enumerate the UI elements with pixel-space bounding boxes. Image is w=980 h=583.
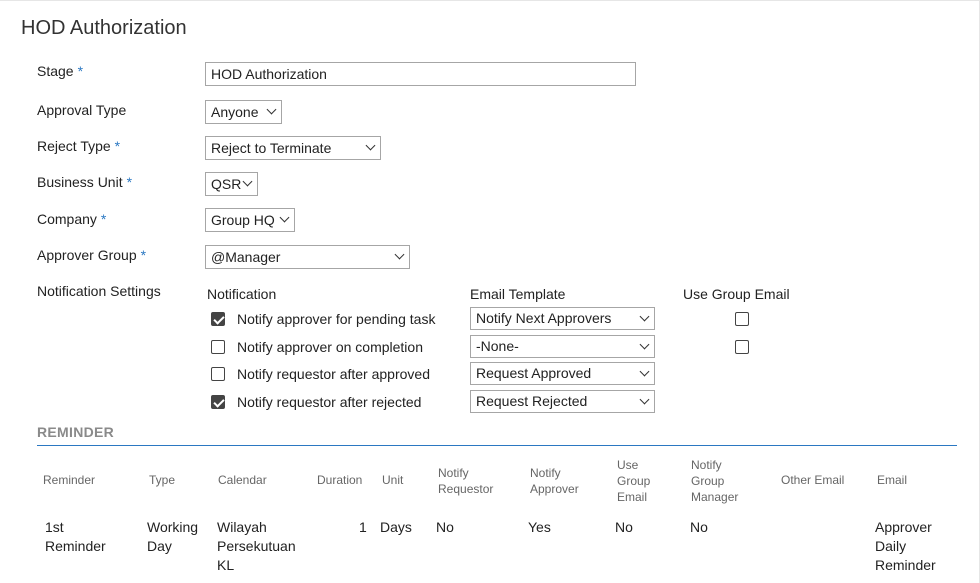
cell-reminder: 1st Reminder [45,519,106,554]
chevron-down-icon [639,394,650,405]
approval-type-label: Approval Type [37,102,127,118]
template-value: Request Rejected [476,393,588,409]
company-value: Group HQ [211,212,275,228]
template-value: Notify Next Approvers [476,310,612,326]
notification-settings-label: Notification Settings [37,283,161,299]
notify-completion-group-email-checkbox[interactable] [735,340,749,354]
notify-approved-checkbox[interactable] [211,367,225,381]
email-template-column-header: Email Template [470,286,566,302]
cell-email: Approver Daily Reminder [875,519,936,573]
template-value: Request Approved [476,365,592,381]
approval-type-select[interactable]: Anyone [205,100,282,124]
notify-approved-label: Notify requestor after approved [237,366,430,382]
chevron-down-icon [639,311,650,322]
chevron-down-icon [242,176,253,187]
cell-use-group-email: No [615,519,633,535]
notify-rejected-label: Notify requestor after rejected [237,394,422,410]
required-marker: * [140,247,147,263]
cell-type: Working Day [147,519,199,554]
template-value: -None- [476,338,519,354]
business-unit-value: QSR [211,176,242,192]
header-unit: Unit [382,473,404,487]
reject-type-select[interactable]: Reject to Terminate [205,136,381,160]
stage-label: Stage * [37,63,84,79]
notify-pending-task-checkbox[interactable] [211,312,225,326]
approval-type-value: Anyone [211,104,259,120]
notify-rejected-template-select[interactable]: Request Rejected [470,390,655,413]
notify-pending-task-template-select[interactable]: Notify Next Approvers [470,307,655,330]
stage-input[interactable]: HOD Authorization [205,62,636,86]
cell-notify-group-manager: No [690,519,708,535]
reject-type-value: Reject to Terminate [211,140,332,156]
use-group-email-column-header: Use Group Email [683,286,790,302]
header-other-email: Other Email [781,473,845,487]
business-unit-label: Business Unit * [37,174,133,190]
header-notify-approver: Notify Approver [530,466,579,496]
cell-notify-requestor: No [436,519,454,535]
required-marker: * [126,174,133,190]
notify-completion-checkbox[interactable] [211,340,225,354]
notify-completion-label: Notify approver on completion [237,339,423,355]
chevron-down-icon [394,249,405,260]
notify-approved-template-select[interactable]: Request Approved [470,362,655,385]
cell-notify-approver: Yes [528,519,551,535]
notify-completion-template-select[interactable]: -None- [470,335,655,358]
cell-duration: 1 [359,519,367,535]
cell-unit: Days [380,519,412,535]
header-calendar: Calendar [218,473,267,487]
chevron-down-icon [266,104,277,115]
approver-group-value: @Manager [211,249,281,265]
required-marker: * [77,63,84,79]
header-type: Type [149,473,176,487]
business-unit-select[interactable]: QSR [205,172,258,196]
approver-group-label: Approver Group * [37,247,147,263]
approver-group-select[interactable]: @Manager [205,245,410,269]
section-divider [37,445,957,446]
notification-column-header: Notification [207,286,277,302]
company-select[interactable]: Group HQ [205,208,295,232]
reminder-section-title: REMINDER [37,424,115,440]
chevron-down-icon [279,212,290,223]
required-marker: * [100,211,107,227]
required-marker: * [114,138,121,154]
top-border [0,0,980,1]
chevron-down-icon [639,339,650,350]
page-title: HOD Authorization [21,17,187,39]
cell-calendar: Wilayah Persekutuan KL [217,519,296,573]
company-label: Company * [37,211,107,227]
reject-type-label: Reject Type * [37,138,121,154]
header-email: Email [877,473,908,487]
header-notify-group-manager: Notify Group Manager [691,458,739,504]
chevron-down-icon [365,140,376,151]
header-notify-requestor: Notify Requestor [438,466,494,496]
header-duration: Duration [317,473,363,487]
notify-pending-task-group-email-checkbox[interactable] [735,312,749,326]
notify-rejected-checkbox[interactable] [211,395,225,409]
header-use-group-email: Use Group Email [617,458,651,504]
header-reminder: Reminder [43,473,96,487]
notify-pending-task-label: Notify approver for pending task [237,311,436,327]
chevron-down-icon [639,366,650,377]
